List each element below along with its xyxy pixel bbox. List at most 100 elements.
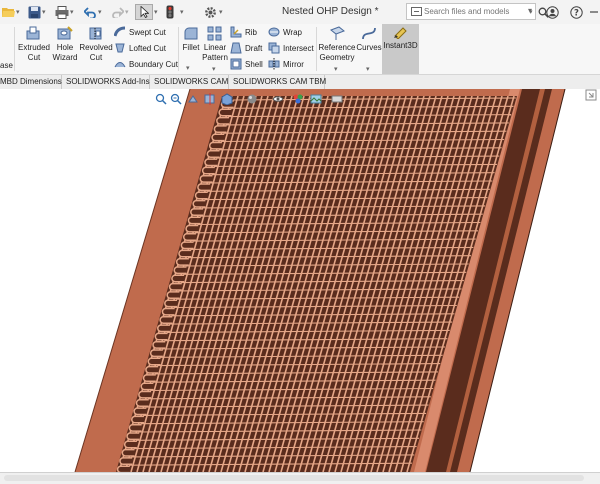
extruded-cut-label-2: Cut <box>27 53 41 62</box>
select-arrow-icon[interactable] <box>135 4 153 20</box>
rib-button[interactable]: Rib <box>230 25 257 39</box>
display-style-icon[interactable] <box>246 92 258 106</box>
minimize-icon[interactable] <box>590 4 598 20</box>
hole-wizard-label-1: Hole <box>56 43 74 52</box>
mirror-icon <box>268 58 280 70</box>
mirror-button[interactable]: Mirror <box>268 57 304 71</box>
features-ribbon: ase Extruded Cut Hole Wizard Revolved Cu… <box>0 24 600 74</box>
scene-icon[interactable] <box>310 92 322 106</box>
edit-appearance-icon[interactable] <box>292 92 304 106</box>
undo-dropdown-icon[interactable]: ▾ <box>98 4 102 20</box>
user-icon[interactable] <box>546 4 559 20</box>
channel-bend <box>159 316 173 324</box>
extruded-cut-button[interactable]: Extruded Cut <box>16 26 52 63</box>
shell-icon <box>230 58 242 70</box>
channel-bend <box>121 448 135 457</box>
svg-text:?: ? <box>574 8 579 18</box>
hide-show-icon[interactable] <box>272 92 284 106</box>
save-icon[interactable] <box>28 4 41 20</box>
horizontal-scrollbar[interactable] <box>4 475 584 481</box>
channel-bend <box>175 257 189 266</box>
print-icon[interactable] <box>55 4 69 20</box>
draft-button[interactable]: Draft <box>230 41 262 55</box>
draft-icon <box>230 42 242 54</box>
boundary-cut-button[interactable]: Boundary Cut <box>114 57 178 71</box>
swept-cut-button[interactable]: Swept Cut <box>114 25 166 39</box>
channel-bend <box>154 332 168 341</box>
extruded-cut-icon <box>26 26 40 40</box>
channel-bend <box>218 108 232 117</box>
save-dropdown-icon[interactable]: ▾ <box>42 4 46 20</box>
shell-label: Shell <box>245 59 263 69</box>
wrap-button[interactable]: Wrap <box>268 25 302 39</box>
help-icon[interactable]: ? <box>570 4 583 20</box>
curves-button[interactable]: Curves <box>356 26 382 53</box>
channel-bend <box>140 382 154 391</box>
ribbon-partial-label: ase <box>0 61 13 70</box>
tab-mbd-dimensions[interactable]: MBD Dimensions <box>0 75 62 89</box>
zoom-area-icon[interactable] <box>170 92 182 106</box>
channel-bend <box>183 233 196 241</box>
options-dropdown-icon[interactable]: ▾ <box>219 4 223 20</box>
fillet-dropdown-icon[interactable]: ▾ <box>186 64 190 72</box>
channel-bend <box>164 299 178 308</box>
channel-bend <box>152 340 166 349</box>
channel-bend <box>126 432 140 441</box>
zoom-to-fit-icon[interactable] <box>155 92 167 106</box>
view-settings-icon[interactable] <box>331 92 343 106</box>
channel-bend <box>206 150 220 158</box>
graphics-viewport[interactable] <box>0 89 600 472</box>
boundary-cut-label: Boundary Cut <box>129 59 178 69</box>
hole-wizard-button[interactable]: Hole Wizard <box>52 26 78 63</box>
search-input[interactable] <box>424 5 514 18</box>
lofted-cut-icon <box>115 43 125 53</box>
channel-bend <box>180 241 194 250</box>
fillet-button[interactable]: Fillet <box>180 26 202 53</box>
previous-view-icon[interactable] <box>187 92 199 106</box>
rebuild-dropdown-icon[interactable]: ▾ <box>180 4 184 20</box>
wrap-label: Wrap <box>283 27 302 37</box>
traffic-light-icon[interactable] <box>166 4 174 20</box>
reference-geometry-button[interactable]: Reference Geometry <box>318 26 356 63</box>
revolved-cut-label-2: Cut <box>89 53 103 62</box>
shell-button[interactable]: Shell <box>230 57 263 71</box>
instant3d-button[interactable]: Instant3D <box>382 24 419 74</box>
print-dropdown-icon[interactable]: ▾ <box>70 4 74 20</box>
intersect-icon <box>268 42 280 54</box>
search-dropdown-icon[interactable]: ▾ <box>529 4 533 20</box>
search-icon <box>411 6 422 19</box>
draft-label: Draft <box>245 43 263 53</box>
heat-pipe-model[interactable] <box>0 89 600 472</box>
search-box[interactable]: ▾ <box>406 3 536 20</box>
instant3d-content: Instant3D <box>382 26 419 51</box>
lofted-cut-button[interactable]: Lofted Cut <box>114 41 166 55</box>
pattern-dropdown-icon[interactable]: ▾ <box>212 65 216 73</box>
lofted-cut-label: Lofted Cut <box>129 43 166 53</box>
channel-bend <box>216 116 229 125</box>
ribbon-divider <box>316 27 317 71</box>
open-folder-icon[interactable] <box>2 4 16 20</box>
redo-dropdown-icon: ▾ <box>125 9 129 16</box>
section-view-icon[interactable] <box>204 92 216 106</box>
channel-bend <box>199 174 213 183</box>
tab-solidworks-cam-tbm[interactable]: SOLIDWORKS CAM TBM <box>229 75 326 89</box>
options-gear-icon[interactable] <box>204 4 217 20</box>
open-dropdown-icon[interactable]: ▾ <box>16 4 20 20</box>
tab-solidworks-add-ins[interactable]: SOLIDWORKS Add-Ins <box>62 75 150 89</box>
undo-icon[interactable] <box>84 4 97 20</box>
swept-cut-icon <box>114 26 126 37</box>
view-orientation-icon[interactable] <box>220 92 234 106</box>
reference-geometry-dropdown-icon[interactable]: ▾ <box>334 65 338 73</box>
tab-solidworks-cam[interactable]: SOLIDWORKS CAM <box>150 75 229 89</box>
revolved-cut-button[interactable]: Revolved Cut <box>79 26 113 63</box>
channel-bend <box>209 141 222 150</box>
channel-bend <box>168 282 182 291</box>
select-dropdown-icon[interactable]: ▾ <box>154 4 158 20</box>
channel-bend <box>131 415 144 424</box>
channel-bend <box>124 440 137 449</box>
panel-expand-icon[interactable] <box>585 89 597 102</box>
curves-dropdown-icon[interactable]: ▾ <box>366 65 370 73</box>
linear-pattern-button[interactable]: Linear Pattern <box>202 26 228 63</box>
intersect-button[interactable]: Intersect <box>268 41 314 55</box>
channel-bend <box>190 208 204 217</box>
